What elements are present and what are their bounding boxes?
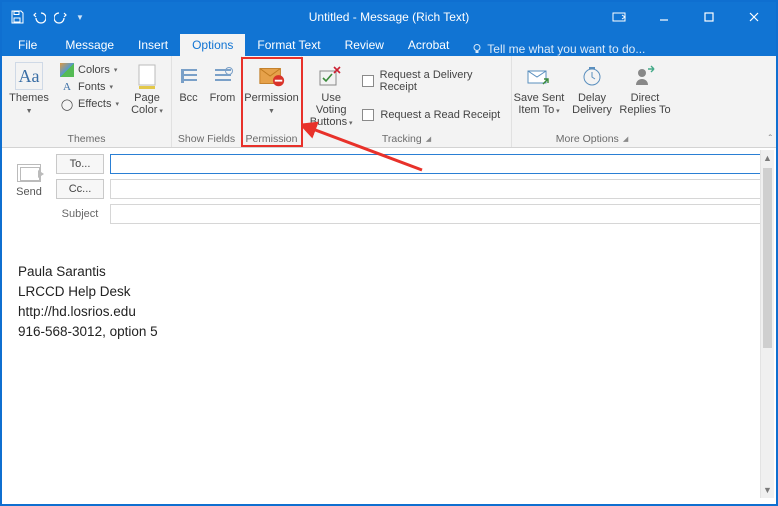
group-label-tracking[interactable]: Tracking	[382, 131, 431, 147]
effects-icon: ◯	[60, 97, 74, 111]
colors-button[interactable]: Colors▾	[56, 62, 123, 78]
vertical-scrollbar[interactable]: ▲ ▼	[760, 150, 774, 498]
qat-customize-icon[interactable]: ▼	[76, 13, 84, 22]
voting-icon	[317, 62, 345, 90]
effects-button[interactable]: ◯Effects▾	[56, 96, 123, 112]
direct-replies-to-button[interactable]: Direct Replies To	[618, 60, 672, 116]
to-field[interactable]	[110, 154, 766, 174]
save-sent-item-to-button[interactable]: Save Sent Item To ▾	[512, 60, 566, 118]
chevron-down-icon: ▼	[268, 106, 275, 118]
group-label-show-fields: Show Fields	[178, 131, 235, 147]
scroll-down-icon[interactable]: ▼	[761, 482, 774, 498]
page-color-button[interactable]: Page Color ▾	[125, 60, 169, 118]
scroll-up-icon[interactable]: ▲	[761, 150, 774, 166]
request-read-receipt-checkbox[interactable]: Request a Read Receipt	[358, 106, 507, 124]
tab-file[interactable]: File	[2, 34, 53, 56]
save-icon[interactable]	[8, 8, 26, 26]
subject-field[interactable]	[110, 204, 766, 224]
signature-line: LRCCD Help Desk	[18, 282, 760, 302]
maximize-button[interactable]	[686, 2, 731, 32]
to-button[interactable]: To...	[56, 154, 104, 174]
direct-replies-icon	[631, 62, 659, 90]
colors-icon	[60, 63, 74, 77]
tab-options[interactable]: Options	[180, 34, 245, 56]
ribbon-tabs: File Message Insert Options Format Text …	[2, 32, 776, 56]
checkbox-icon	[362, 109, 374, 121]
group-label-themes: Themes	[68, 131, 106, 147]
tell-me-label: Tell me what you want to do...	[487, 42, 645, 56]
compose-header: Send To... Cc... Subject	[2, 148, 776, 234]
themes-icon: Aa	[15, 62, 43, 90]
signature-line: Paula Sarantis	[18, 262, 760, 282]
tab-review[interactable]: Review	[333, 34, 396, 56]
tab-message[interactable]: Message	[53, 34, 126, 56]
send-button[interactable]: Send	[2, 148, 56, 233]
quick-access-toolbar: ▼	[2, 8, 84, 26]
group-themes: Aa Themes ▼ Colors▾ AFonts▾ ◯Effects▾ Pa…	[2, 56, 172, 147]
save-sent-icon	[525, 62, 553, 90]
message-body[interactable]: Paula Sarantis LRCCD Help Desk http://hd…	[2, 234, 776, 370]
chevron-down-icon: ▼	[26, 106, 33, 118]
group-more-options: Save Sent Item To ▾ Delay Delivery Direc…	[512, 56, 672, 147]
redo-icon[interactable]	[52, 8, 70, 26]
bcc-icon	[175, 62, 203, 90]
group-show-fields: Bcc From Show Fields	[172, 56, 242, 147]
group-tracking: Use Voting Buttons ▾ Request a Delivery …	[302, 56, 512, 147]
fonts-button[interactable]: AFonts▾	[56, 79, 123, 95]
group-label-permission: Permission	[246, 131, 298, 147]
close-button[interactable]	[731, 2, 776, 32]
lightbulb-icon	[471, 43, 483, 55]
tell-me-search[interactable]: Tell me what you want to do...	[461, 42, 655, 56]
ribbon-display-options-icon[interactable]	[596, 2, 641, 32]
group-permission: Permission ▼ Permission	[242, 56, 302, 147]
undo-icon[interactable]	[30, 8, 48, 26]
permission-icon	[258, 62, 286, 90]
bcc-button[interactable]: Bcc	[174, 60, 204, 104]
signature-line: 916-568-3012, option 5	[18, 322, 760, 342]
use-voting-buttons-button[interactable]: Use Voting Buttons ▾	[306, 60, 356, 130]
delay-delivery-button[interactable]: Delay Delivery	[568, 60, 616, 116]
fonts-icon: A	[60, 80, 74, 94]
signature-line: http://hd.losrios.edu	[18, 302, 760, 322]
permission-button[interactable]: Permission ▼	[244, 60, 300, 118]
cc-button[interactable]: Cc...	[56, 179, 104, 199]
collapse-ribbon-icon[interactable]: ˆ	[769, 134, 772, 145]
send-icon	[17, 164, 41, 182]
checkbox-icon	[362, 75, 373, 87]
titlebar: ▼ Untitled - Message (Rich Text)	[2, 2, 776, 32]
request-delivery-receipt-checkbox[interactable]: Request a Delivery Receipt	[358, 66, 507, 96]
tab-format-text[interactable]: Format Text	[245, 34, 332, 56]
cc-field[interactable]	[110, 179, 766, 199]
tab-acrobat[interactable]: Acrobat	[396, 34, 461, 56]
window-controls	[596, 2, 776, 32]
group-label-more-options[interactable]: More Options	[556, 131, 628, 147]
window-title: Untitled - Message (Rich Text)	[309, 10, 470, 24]
minimize-button[interactable]	[641, 2, 686, 32]
subject-label: Subject	[56, 208, 104, 220]
ribbon: Aa Themes ▼ Colors▾ AFonts▾ ◯Effects▾ Pa…	[2, 56, 776, 148]
scroll-thumb[interactable]	[763, 168, 772, 348]
page-color-icon	[133, 62, 161, 90]
from-icon	[209, 62, 237, 90]
themes-button[interactable]: Aa Themes ▼	[4, 60, 54, 118]
tab-insert[interactable]: Insert	[126, 34, 180, 56]
delay-delivery-icon	[578, 62, 606, 90]
from-button[interactable]: From	[206, 60, 240, 104]
